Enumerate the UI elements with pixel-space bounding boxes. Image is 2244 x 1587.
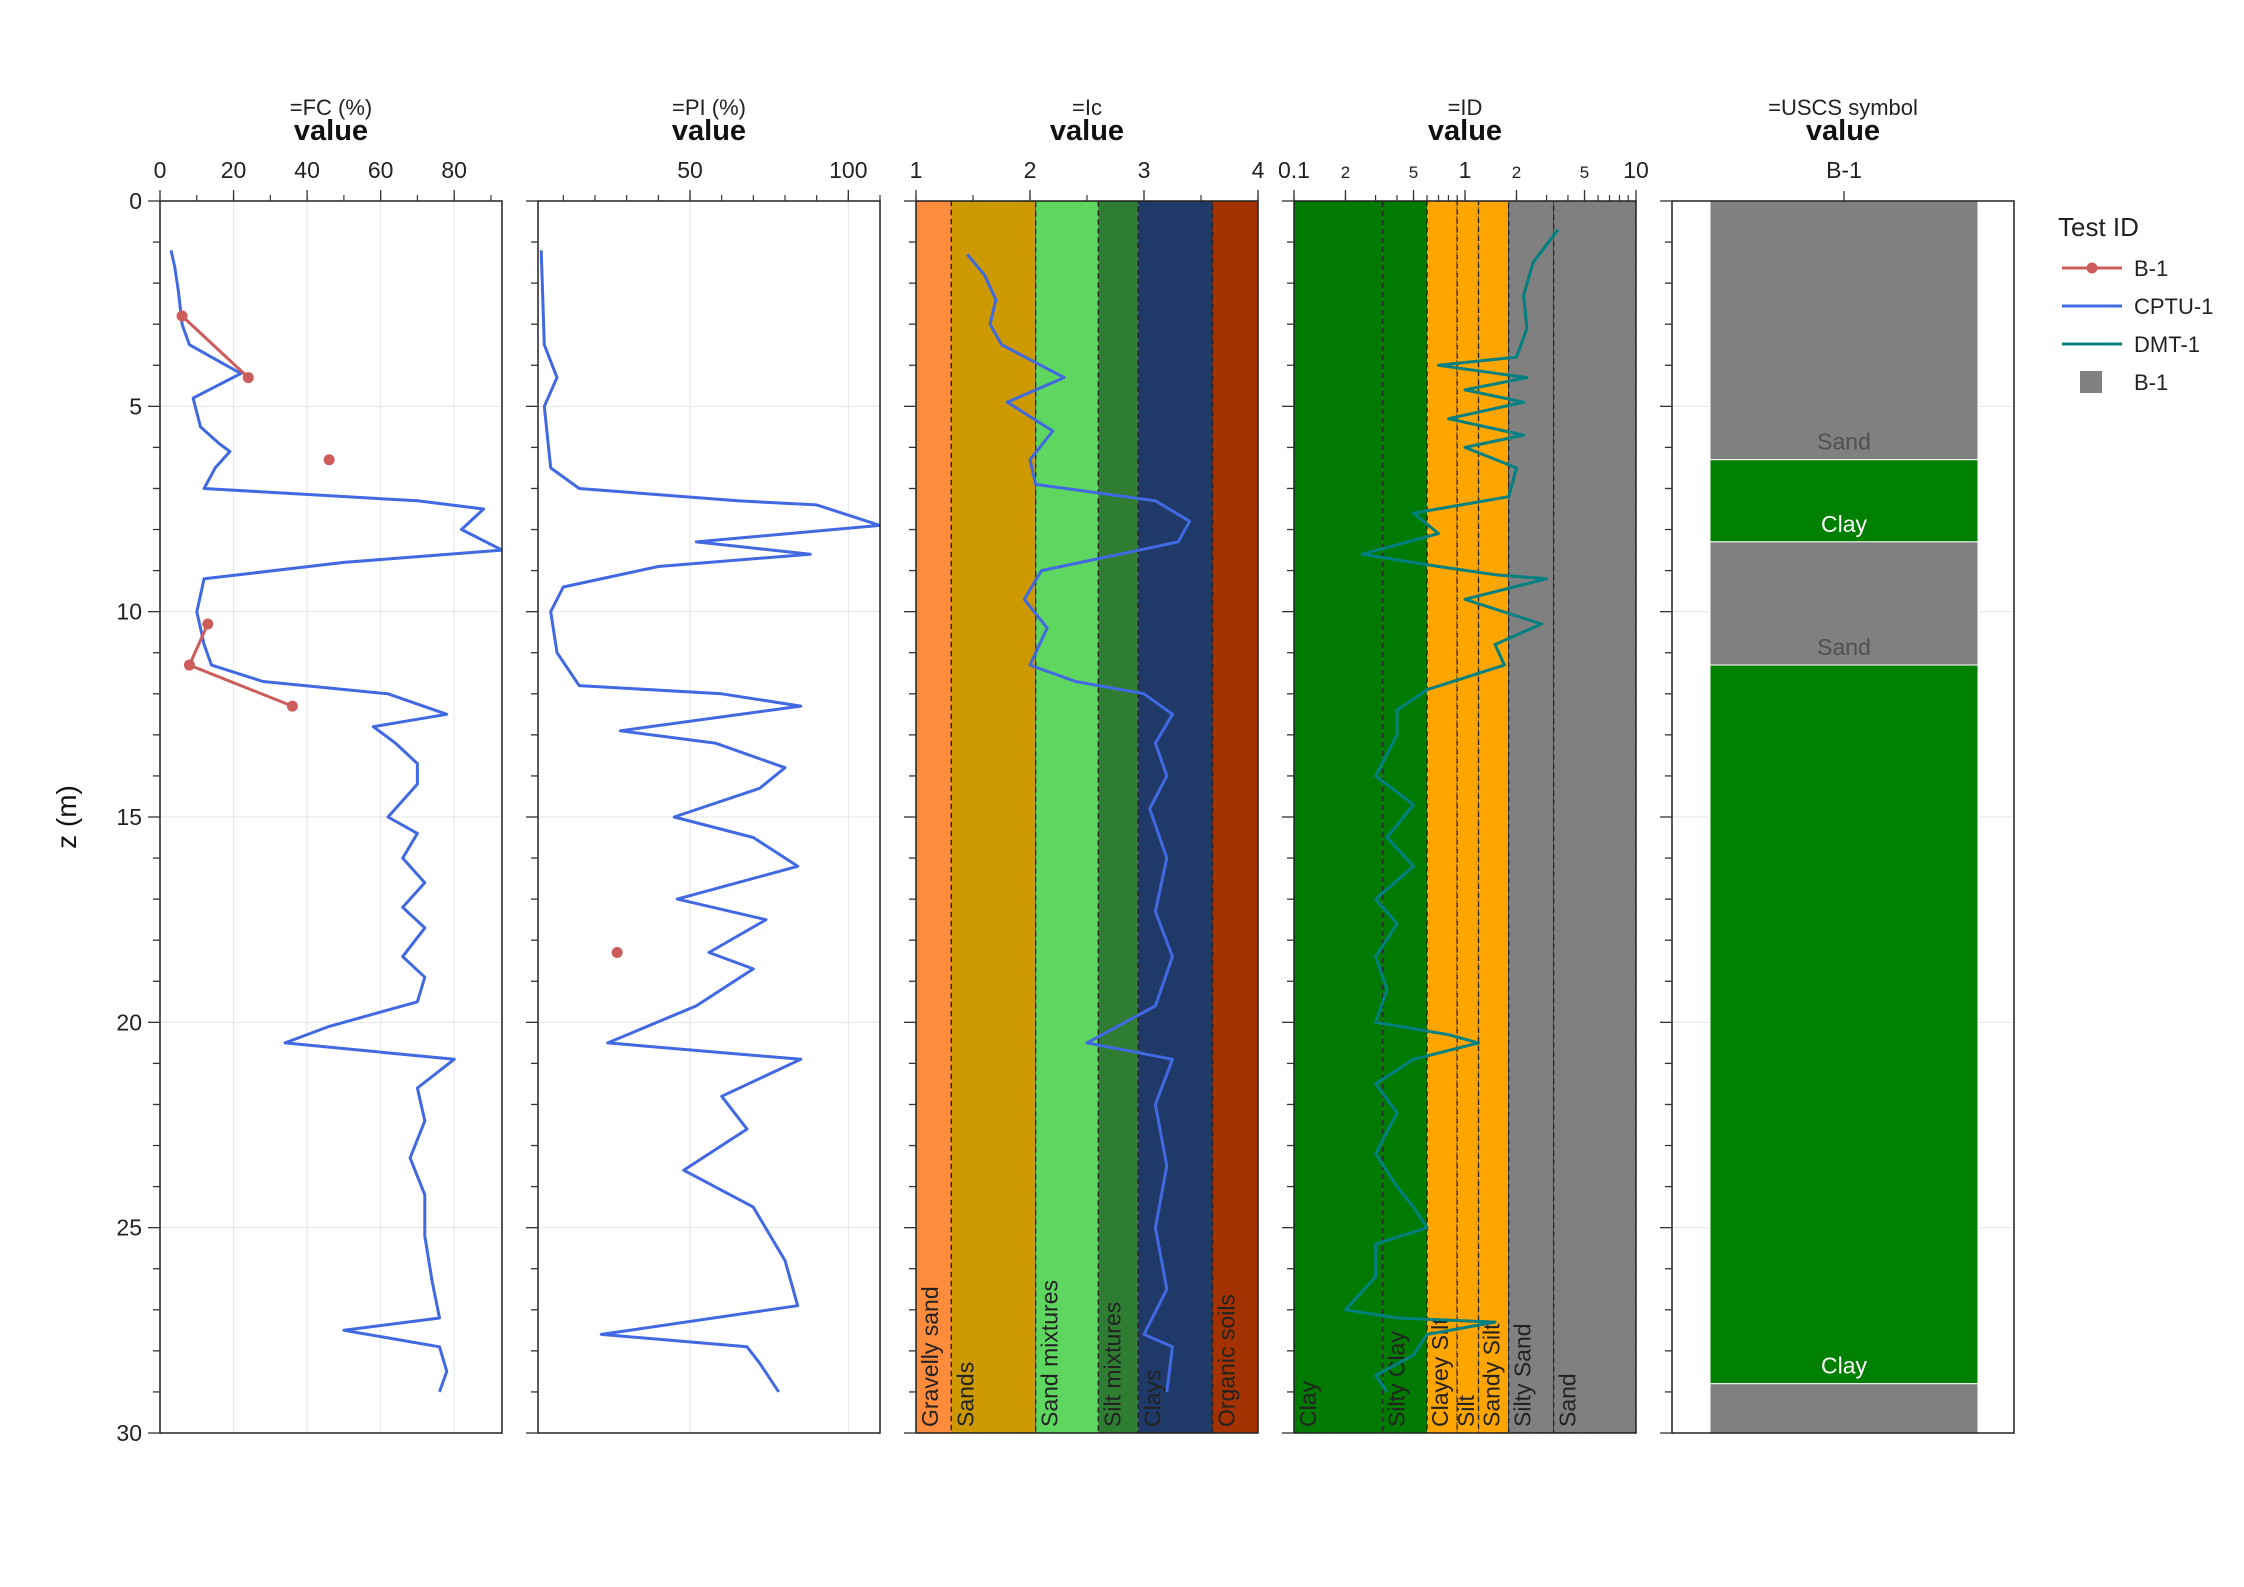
legend-title: Test ID (2058, 212, 2139, 242)
legend-label: B-1 (2134, 370, 2168, 395)
chart-canvas: =FC (%)value051015202530z (m)0 20 40 60 80=P… (51, 95, 2213, 1446)
zone-label: Silt mixtures (1099, 1302, 1125, 1427)
zone-label: Silty Clay (1384, 1331, 1410, 1427)
panel-2: =PI (%)value50 100 (526, 95, 881, 1434)
x-tick-label: 2 (1341, 163, 1350, 182)
legend-item: CPTU-1 (2062, 294, 2213, 319)
layer-bar (1709, 664, 1979, 1385)
zone-label: Sandy Silt (1479, 1323, 1505, 1427)
zone-band (1294, 201, 1383, 1433)
series-marker-B-1 (323, 454, 335, 466)
zone-band (1457, 201, 1479, 1433)
series-line-B-1 (187, 623, 293, 708)
panel-content: Sand Clay Sand Clay (1672, 201, 2014, 1433)
series-line-CPTU-1 (169, 249, 502, 1393)
legend-label: DMT-1 (2134, 332, 2200, 357)
x-tick-label: 2 (1024, 157, 1037, 183)
legend-item: B-1 (2080, 370, 2168, 395)
zone-band (1427, 201, 1458, 1433)
zone-band (1508, 201, 1554, 1433)
axis-label: value (294, 115, 368, 147)
axis-label: value (1428, 115, 1502, 147)
x-tick-label: 40 (294, 157, 320, 183)
y-tick-label: 25 (116, 1215, 142, 1241)
zone-label: Sand (1555, 1373, 1581, 1427)
y-tick-label: 10 (116, 599, 142, 625)
axis-label: value (1806, 115, 1880, 147)
zone-band (1212, 201, 1258, 1433)
x-tick-label: 4 (1252, 157, 1265, 183)
panel-content (160, 201, 502, 1433)
x-tick-label: B-1 (1826, 157, 1862, 183)
legend-label: B-1 (2134, 256, 2168, 281)
zone-band (916, 201, 952, 1433)
zone-band (951, 201, 1036, 1433)
x-tick-label: 20 (221, 157, 247, 183)
x-tick-label: 3 (1138, 157, 1151, 183)
axis-label: value (1050, 115, 1124, 147)
layer-bar (1709, 201, 1979, 461)
panel-5: =USCS symbolvalueSandClaySandClayB-1 (1660, 95, 2015, 1434)
x-tick-label: 50 (677, 157, 703, 183)
panel-content (538, 201, 880, 1433)
legend-swatch (2080, 371, 2102, 393)
y-axis-title: z (m) (51, 785, 82, 849)
y-tick-label: 5 (129, 393, 142, 419)
zone-label: Gravelly sand (917, 1286, 943, 1427)
panel-4: =IDvalueClay Silty Clay Clayey Silt Silt San… (1278, 95, 1649, 1434)
chart-panels: =FC (%)value051015202530z (m)0 20 40 60 80=P… (51, 95, 2015, 1446)
y-tick-label: 15 (116, 804, 142, 830)
y-tick-label: 0 (129, 188, 142, 214)
x-tick-label: 1 (910, 157, 923, 183)
x-tick-label: 60 (368, 157, 394, 183)
zone-band (1138, 201, 1213, 1433)
x-tick-label: 5 (1580, 163, 1589, 182)
x-tick-label: 2 (1512, 163, 1521, 182)
series-marker-B-1 (176, 310, 188, 322)
x-tick-label: 80 (441, 157, 467, 183)
zone-label: Clays (1139, 1369, 1165, 1427)
legend-item: DMT-1 (2062, 332, 2200, 357)
series-marker-B-1 (183, 659, 195, 671)
layer-label: Sand (1817, 429, 1871, 455)
axis-label: value (672, 115, 746, 147)
legend-label: CPTU-1 (2134, 294, 2213, 319)
layer-label: Clay (1821, 1353, 1868, 1379)
series-marker-B-1 (286, 700, 298, 712)
x-tick-label: 0 (154, 157, 167, 183)
zone-label: Silty Sand (1510, 1323, 1536, 1427)
zone-label: Clay (1295, 1380, 1321, 1427)
legend-marker (2086, 262, 2098, 274)
series-marker-B-1 (202, 618, 214, 630)
x-tick-label: 10 (1623, 157, 1649, 183)
layer-label: Clay (1821, 511, 1868, 537)
layer-bar (1709, 1383, 1979, 1433)
panel-1: =FC (%)value051015202530z (m)0 20 40 60 80 (51, 95, 503, 1446)
y-tick-label: 30 (116, 1420, 142, 1446)
panel-3: =IcvalueGravelly sand Sands Sand mixtures S… (904, 95, 1265, 1434)
chart-legend: Test ID B-1 CPTU-1 DMT-1 B-1 (2058, 212, 2213, 395)
layer-label: Sand (1817, 634, 1871, 660)
zone-band (1098, 201, 1139, 1433)
panel-content: Clay Silty Clay Clayey Silt Silt Sandy Silt S… (1294, 201, 1636, 1433)
x-tick-label: 5 (1409, 163, 1418, 182)
series-marker-B-1 (242, 372, 254, 384)
zone-label: Silt (1453, 1394, 1479, 1427)
zone-label: Sand mixtures (1037, 1280, 1063, 1427)
zone-band (1553, 201, 1636, 1433)
panel-content: Gravelly sand Sands Sand mixtures Silt mixt… (916, 201, 1258, 1433)
series-line-CPTU-1 (539, 250, 880, 1393)
x-tick-label: 100 (829, 157, 867, 183)
zone-label: Organic soils (1213, 1294, 1239, 1427)
x-tick-label: 1 (1459, 157, 1472, 183)
series-marker-B-1 (611, 947, 623, 959)
zone-label: Sands (952, 1362, 978, 1427)
legend-item: B-1 (2062, 256, 2168, 281)
y-tick-label: 20 (116, 1009, 142, 1035)
x-tick-label: 0.1 (1278, 157, 1310, 183)
